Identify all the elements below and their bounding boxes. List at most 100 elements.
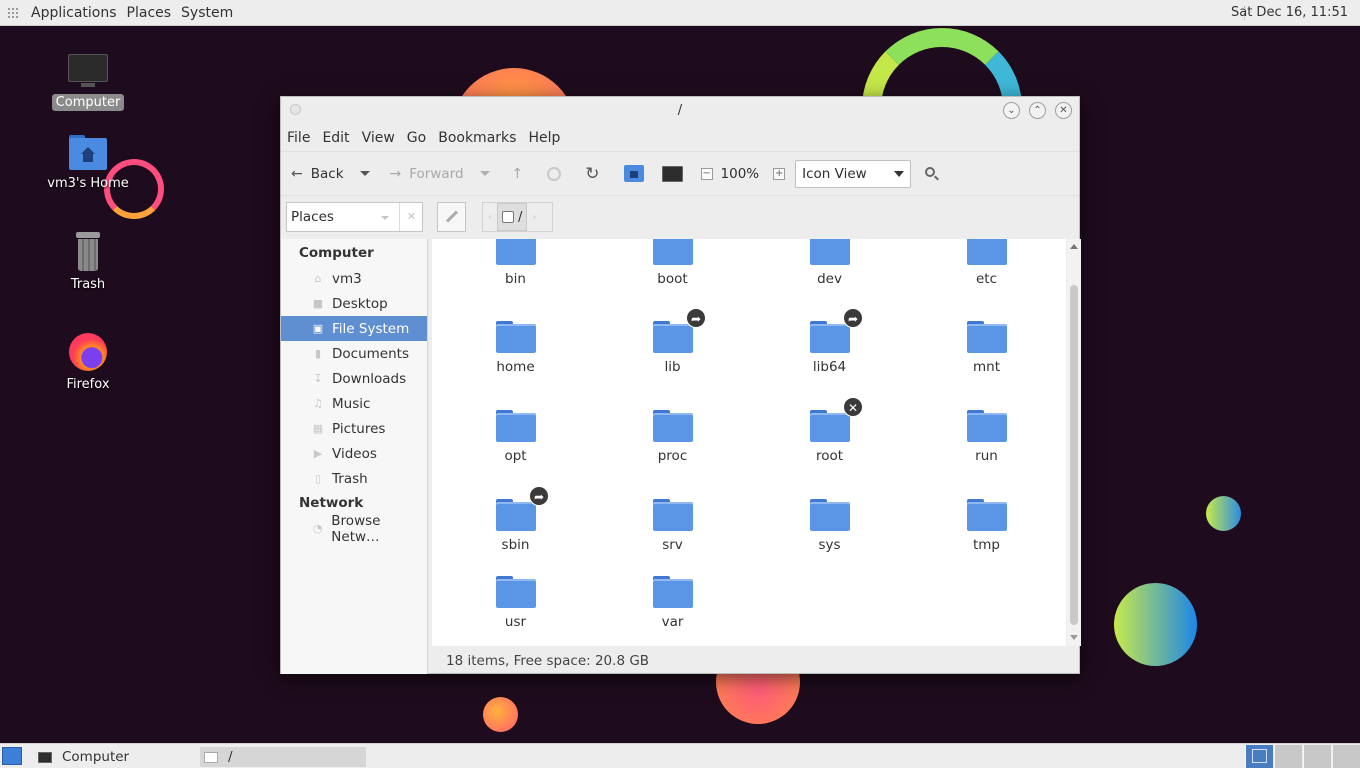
file-item-lib[interactable]: ➦ lib [594,308,751,381]
deco-small-orange-dot [483,697,518,732]
up-button[interactable]: ↑ [512,166,524,182]
window-menu-icon[interactable] [290,104,301,115]
close-button[interactable]: ✕ [1055,102,1072,119]
back-history-dropdown[interactable] [359,171,370,176]
menu-file[interactable]: File [283,130,314,146]
apps-grid-icon[interactable] [8,7,18,18]
file-item-boot[interactable]: boot [594,239,751,293]
file-view[interactable]: bin boot dev etc home ➦ lib ➦ lib64 mnt opt proc ✕ ro… [432,239,1066,646]
file-name: lib [664,359,681,375]
home-button[interactable] [623,165,644,182]
zoom-in-button[interactable]: + [773,167,786,180]
sidebar-item-downloads[interactable]: ↧ Downloads [281,366,427,391]
desktop-icon-firefox[interactable]: Firefox [43,332,133,393]
zoom-out-button[interactable]: − [700,167,713,180]
sidebar-item-label: Trash [332,470,368,487]
home-folder-icon [623,165,644,182]
file-item-sbin[interactable]: ➦ sbin [437,486,594,559]
sidebar-item-trash[interactable]: ▯ Trash [281,466,427,491]
sidebar-item-browse-network[interactable]: ◔ Browse Netw… [281,513,427,545]
scroll-up-arrow-icon[interactable] [1070,244,1078,249]
reload-button[interactable]: ↻ [585,164,599,184]
file-item-sys[interactable]: sys [751,499,908,559]
file-item-mnt[interactable]: mnt [908,321,1065,381]
close-sidebar-icon[interactable]: ✕ [399,203,423,231]
vertical-scrollbar[interactable] [1067,239,1081,646]
menu-system[interactable]: System [176,5,238,21]
forward-button[interactable]: → Forward [390,166,464,182]
forward-history-dropdown[interactable] [479,171,490,176]
workspace-2[interactable] [1274,745,1302,768]
menu-bookmarks[interactable]: Bookmarks [434,130,520,146]
search-button[interactable] [925,166,940,181]
folder-icon [810,239,850,265]
path-scroll-left-icon[interactable]: ‹ [483,212,497,223]
sidebar-item-desktop[interactable]: ■ Desktop [281,291,427,316]
menu-view[interactable]: View [358,130,399,146]
clock[interactable]: Sat Dec 16, 11:51 [1231,5,1348,20]
no-access-emblem-icon: ✕ [843,397,863,417]
file-name: mnt [973,359,1000,375]
sidebar-item-vm3[interactable]: ⌂ vm3 [281,266,427,291]
menu-edit[interactable]: Edit [318,130,353,146]
file-name: boot [657,271,688,287]
file-name: usr [504,614,527,630]
desktop-label-home: vm3's Home [47,176,129,191]
workspace-1[interactable] [1245,745,1273,768]
sidebar-mode-label: Places [291,209,334,225]
desktop-icon: ■ [312,297,324,310]
file-item-tmp[interactable]: tmp [908,499,1065,559]
desktop-icon-home[interactable]: vm3's Home [43,133,133,192]
taskbar-item-root-folder[interactable]: / [200,747,366,767]
scrollbar-thumb[interactable] [1070,285,1078,625]
desktop-icon-trash[interactable]: Trash [43,232,133,293]
file-name: sys [818,537,841,553]
file-item-dev[interactable]: dev [751,239,908,293]
folder-icon [810,499,850,531]
firefox-icon [67,332,109,372]
computer-button[interactable] [661,165,683,182]
file-item-opt[interactable]: opt [437,410,594,470]
workspace-3[interactable] [1303,745,1331,768]
file-item-proc[interactable]: proc [594,410,751,470]
file-item-etc[interactable]: etc [908,239,1065,293]
view-mode-select[interactable]: Icon View [795,159,912,188]
location-bar: Places ✕ ‹ / › [281,195,1079,239]
sidebar-mode-select[interactable]: Places ✕ [286,202,423,232]
file-item-root[interactable]: ✕ root [751,397,908,470]
path-scroll-right-icon[interactable]: › [527,212,541,223]
desktop-icon-computer[interactable]: Computer [43,52,133,111]
stop-button[interactable] [547,166,562,181]
sidebar-item-videos[interactable]: ▶ Videos [281,441,427,466]
file-item-var[interactable]: var [594,576,751,636]
sidebar-item-music[interactable]: ♫ Music [281,391,427,416]
minimize-button[interactable]: ⌄ [1003,102,1020,119]
file-item-home[interactable]: home [437,321,594,381]
file-item-bin[interactable]: bin [437,239,594,293]
home-folder-icon [67,133,109,171]
workspace-4[interactable] [1332,745,1360,768]
window-titlebar[interactable]: / ⌄ ⌃ ✕ [281,97,1079,125]
sidebar-item-file-system[interactable]: ▣ File System [281,316,427,341]
file-item-lib64[interactable]: ➦ lib64 [751,308,908,381]
file-item-srv[interactable]: srv [594,499,751,559]
toggle-location-entry-button[interactable] [437,202,466,232]
menu-help[interactable]: Help [524,130,564,146]
taskbar-item-computer[interactable]: Computer [38,747,198,767]
menu-applications[interactable]: Applications [26,5,122,21]
sidebar-item-documents[interactable]: ▮ Documents [281,341,427,366]
menu-places[interactable]: Places [122,5,177,21]
maximize-button[interactable]: ⌃ [1029,102,1046,119]
path-segment-root[interactable]: / [497,203,528,231]
menu-go[interactable]: Go [403,130,430,146]
folder-icon [496,499,536,531]
file-item-usr[interactable]: usr [437,576,594,636]
sidebar-item-pictures[interactable]: ▦ Pictures [281,416,427,441]
sidebar-item-label: vm3 [332,270,362,287]
back-button[interactable]: ← Back [291,166,344,182]
scroll-down-arrow-icon[interactable] [1070,635,1078,640]
show-desktop-icon[interactable] [2,747,22,765]
music-icon: ♫ [313,397,323,410]
file-item-run[interactable]: run [908,410,1065,470]
path-segment-label: / [518,209,523,225]
